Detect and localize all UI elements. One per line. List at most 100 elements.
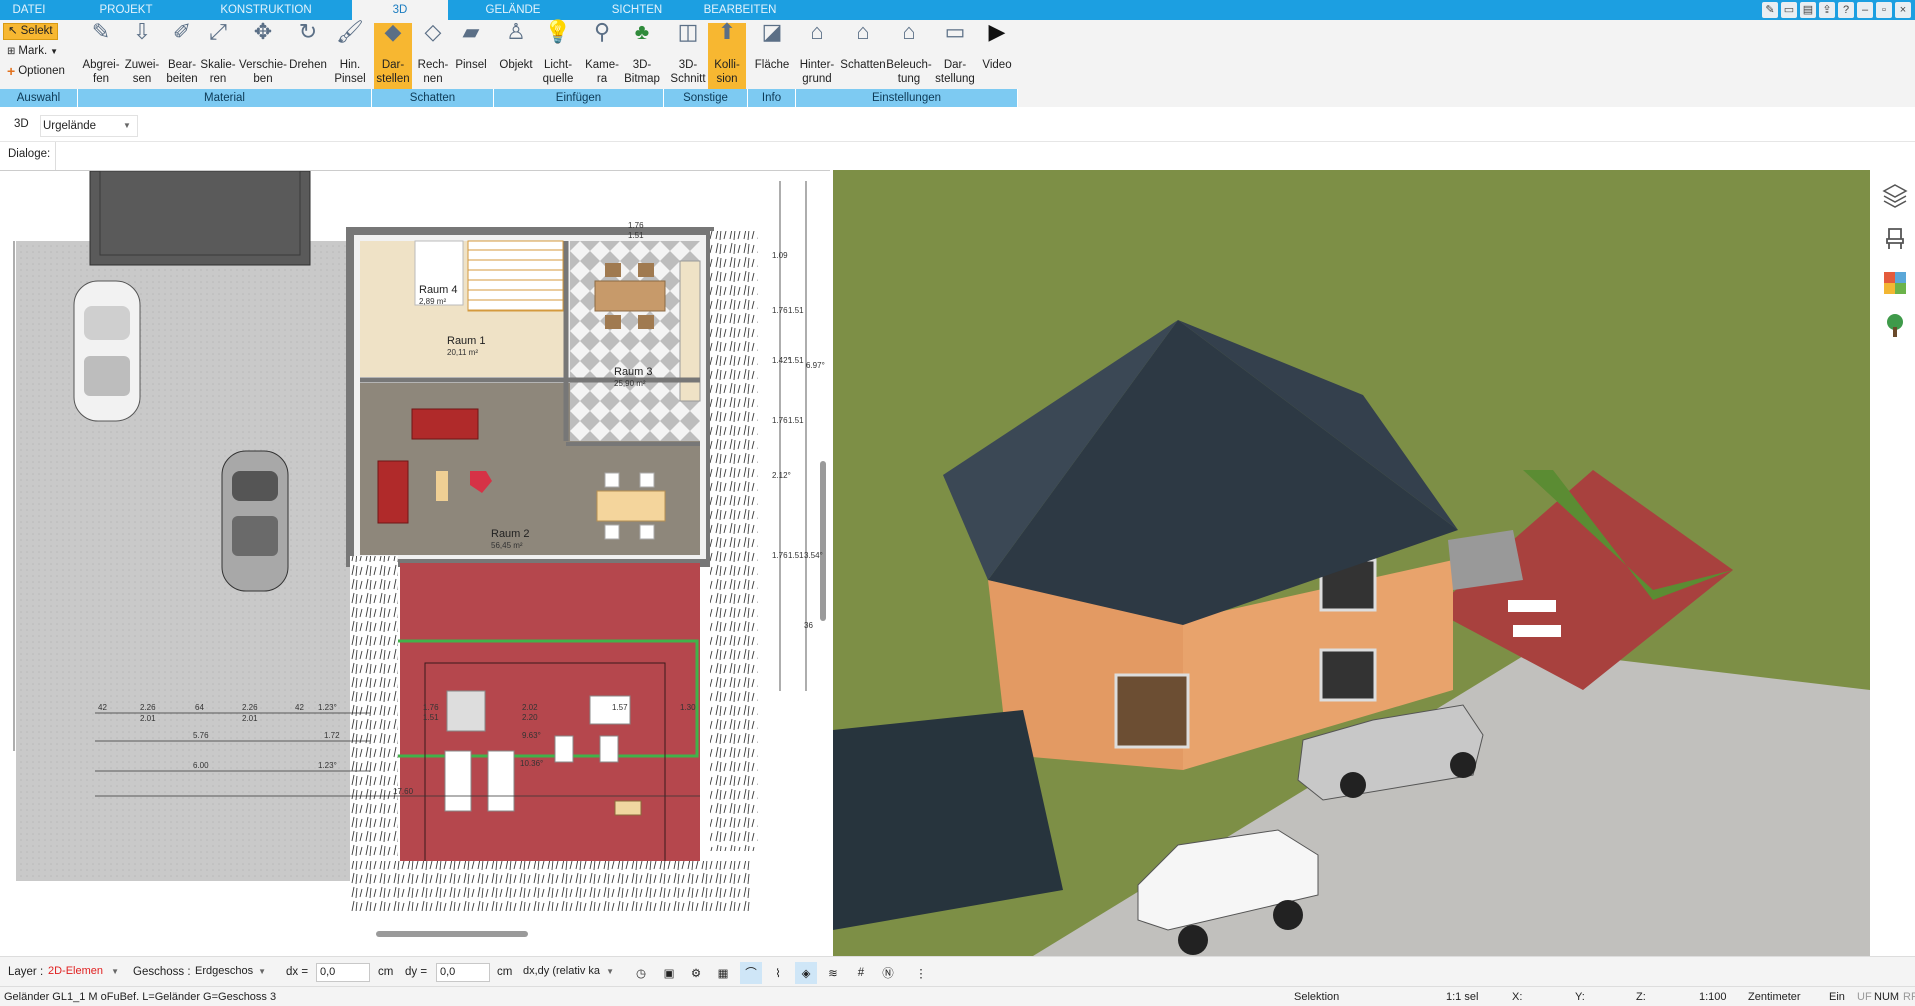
more-icon[interactable]: ⋮ [910,962,932,984]
tab-konstruktion[interactable]: KONSTRUKTION [218,0,314,20]
chair [639,472,655,488]
ribbon-button-label: Bear- beiten [166,59,198,85]
help-icon[interactable]: ? [1838,2,1854,18]
tab-projekt[interactable]: PROJEKT [92,0,160,20]
layout-icon[interactable]: ▤ [1800,2,1816,18]
export-icon[interactable]: ⇪ [1819,2,1835,18]
horizontal-scrollbar[interactable] [376,931,528,937]
geschoss-select[interactable]: Erdgeschos ▼ [192,963,268,982]
chair [604,472,620,488]
plant-icon[interactable] [1882,313,1908,339]
ribbon-button-9[interactable]: ▰ Pinsel [452,21,490,91]
3d-scene[interactable] [833,170,1870,956]
dimension-text: 6.00 [193,761,209,770]
minimize-icon[interactable]: – [1857,2,1873,18]
3d-view[interactable] [833,170,1870,956]
terrain-select[interactable]: Urgelände ▼ [40,115,138,137]
snap-icon[interactable]: ⌒ [740,962,762,984]
tab-gelaende[interactable]: GELÄNDE [476,0,550,20]
ribbon-button-20[interactable]: ▭ Dar- stellung [934,21,976,91]
optionen-button[interactable]: + Optionen [3,63,69,80]
ribbon-button-4[interactable]: ✥ Verschie- ben [238,21,288,91]
balcony [1448,530,1523,590]
ribbon-button-21[interactable]: ▶ Video [976,21,1018,91]
ribbon-button-2[interactable]: ✐ Bear- beiten [162,21,202,91]
vertical-scrollbar[interactable] [820,461,826,621]
material-icon[interactable] [1882,270,1908,296]
ribbon-button-5[interactable]: ↻ Drehen [288,21,328,91]
save-icon[interactable]: ▭ [1781,2,1797,18]
ribbon-button-7[interactable]: ◆ Dar- stellen [374,21,412,91]
layer-stack-icon[interactable]: ≋ [822,962,844,984]
render-icon[interactable]: ⚙ [685,962,707,984]
selekt-button[interactable]: ↖ Selekt [3,23,58,40]
ribbon-button-0[interactable]: ✎ Abgrei- fen [78,21,124,91]
ribbon-button-12[interactable]: ⚲ Kame- ra [582,21,622,91]
dimension-text: 6.97° [806,361,825,370]
ribbon-button-3[interactable]: ⤢ Skalie- ren [198,19,238,91]
tab-3d[interactable]: 3D [352,0,448,20]
angle-icon[interactable]: ⌇ [767,962,789,984]
floor-plan-canvas[interactable] [0,171,830,940]
chair [604,524,620,540]
screen-icon[interactable]: ▣ [658,962,680,984]
selection-count: 1:1 sel [1446,991,1479,1003]
plus-icon: + [7,63,16,79]
unit-status: Zentimeter [1748,991,1801,1003]
ribbon-button-17[interactable]: ⌂ Hinter- grund [794,21,840,91]
dimension-text: 2.01 [140,714,156,723]
tab-bearbeiten[interactable]: BEARBEITEN [700,0,780,20]
dy-input[interactable]: 0,0 [436,963,490,982]
z-coordinate: Z: [1636,991,1646,1003]
chair [599,735,619,763]
hedge-bottom [350,861,750,911]
ribbon-button-15[interactable]: ⬆ Kolli- sion [708,21,746,91]
dimension-text: 1.51 [628,231,644,240]
ribbon-button-6[interactable]: 🖌 Hin. Pinsel [330,21,370,91]
mark-icon: ⊞ [7,46,16,57]
plane-icon[interactable]: ◈ [795,962,817,984]
ribbon-button-label: Beleuch- tung [886,59,932,85]
lounger-3d [1513,625,1561,637]
restore-icon[interactable]: ▫ [1876,2,1892,18]
dimension-text: 2.12° [772,471,791,480]
layer-select[interactable]: 2D-Elemen ▼ [45,963,121,982]
ribbon-button-8[interactable]: ◇ Rech- nen [414,21,452,91]
ribbon-button-10[interactable]: ♙ Objekt [496,21,536,91]
dx-input[interactable]: 0,0 [316,963,370,982]
ribbon-button-13[interactable]: ♣ 3D- Bitmap [622,21,662,91]
mark-button[interactable]: ⊞ Mark. ▼ [3,43,62,60]
ribbon-button-14[interactable]: ◫ 3D- Schnitt [668,21,708,91]
save-view-icon[interactable]: ▦ [712,962,734,984]
room-area: 20,11 m² [447,348,478,357]
lounger-3d [1508,600,1556,612]
ribbon-button-label: Abgrei- fen [82,59,120,85]
scale-icon: ⤢ [209,19,227,44]
clock-icon[interactable]: ◷ [630,962,652,984]
close-icon[interactable]: × [1895,2,1911,18]
sun-lounger [487,750,515,812]
tab-datei[interactable]: DATEI [0,0,58,20]
room-label: Raum 2 [491,528,530,540]
ribbon-button-19[interactable]: ⌂ Beleuch- tung [886,21,932,91]
coordinate-mode-select[interactable]: dx,dy (relativ ka ▼ [520,963,616,982]
hedge-right [710,231,758,851]
unit-label: cm [497,966,513,978]
ribbon-button-11[interactable]: 💡 Licht- quelle [538,21,578,91]
dialoge-label: Dialoge: [8,148,51,160]
window [1319,648,1377,702]
ribbon-button-16[interactable]: ◪ Fläche [752,21,792,91]
ein-status: Ein [1829,991,1845,1003]
chair-icon[interactable] [1882,225,1908,251]
lounger [446,690,486,732]
ribbon-button-1[interactable]: ⇩ Zuwei- sen [122,21,162,91]
north-icon[interactable]: Ⓝ [877,962,899,984]
ribbon-button-18[interactable]: ⌂ Schatten [838,21,888,91]
floor-plan-view[interactable]: Raum 4 2,89 m² Raum 1 20,11 m² Raum 3 25… [0,170,830,940]
layers-icon[interactable] [1882,182,1908,208]
x-coordinate: X: [1512,991,1523,1003]
tools-icon[interactable]: ✎ [1762,2,1778,18]
cursor-icon: ↖ [8,25,18,37]
grid-icon[interactable]: # [850,962,872,984]
tab-sichten[interactable]: SICHTEN [606,0,668,20]
